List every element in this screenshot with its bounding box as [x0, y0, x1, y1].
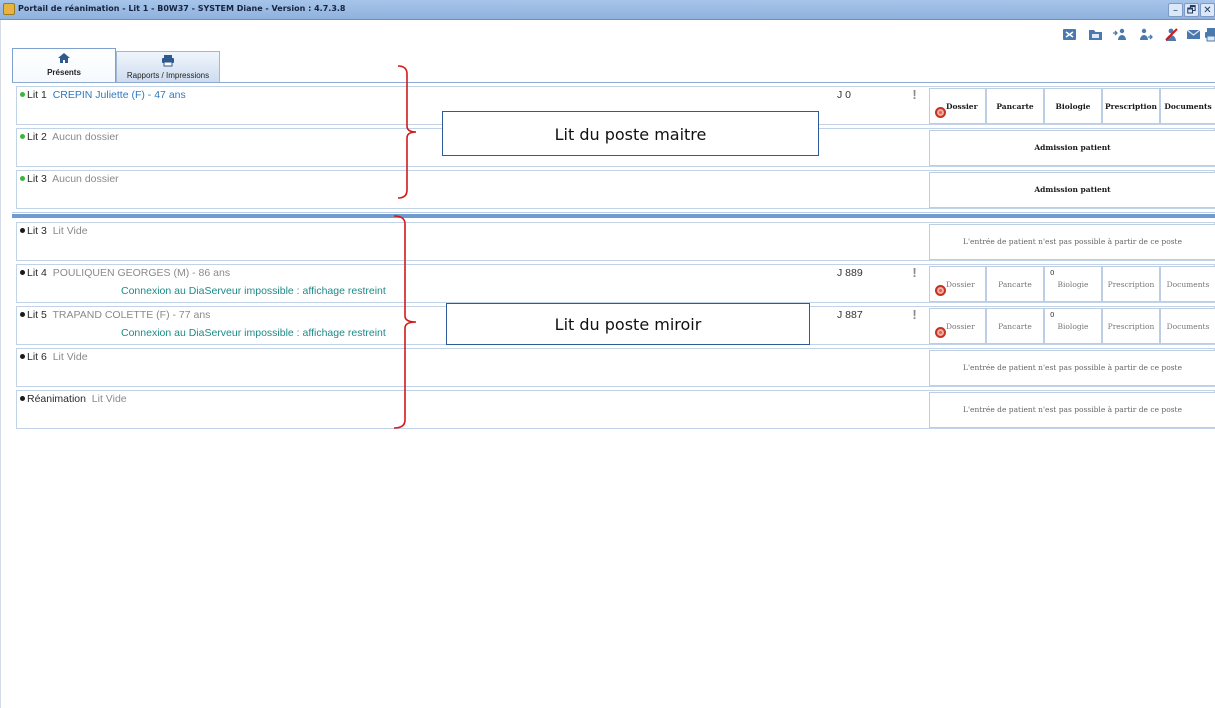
prescription-button[interactable]: Prescription	[1102, 308, 1160, 344]
tab-rapports-label: Rapports / Impressions	[126, 71, 210, 80]
close-button[interactable]: ✕	[1200, 3, 1215, 17]
patient-name[interactable]: CREPIN Juliette (F) - 47 ans	[53, 89, 186, 101]
maximize-button[interactable]: 🗗	[1184, 3, 1199, 17]
pancarte-button[interactable]: Pancarte	[986, 266, 1044, 302]
bed-label: Lit 1	[27, 89, 47, 101]
patient-name: Lit Vide	[52, 225, 88, 237]
stay-day: J 887	[837, 309, 863, 321]
target-icon	[935, 107, 946, 118]
home-icon	[13, 49, 115, 65]
documents-button[interactable]: Documents	[1160, 308, 1215, 344]
tab-presents[interactable]: Présents	[12, 48, 116, 83]
dossier-button[interactable]: Dossier	[929, 266, 986, 302]
pancarte-button[interactable]: Pancarte	[986, 308, 1044, 344]
bed-label: Lit 2	[27, 131, 47, 143]
transfer-in-icon[interactable]	[1112, 27, 1127, 42]
prescription-button[interactable]: Prescription	[1102, 266, 1160, 302]
bed-row[interactable]: Lit 3 Aucun dossier Admission patient	[16, 170, 1215, 209]
status-dot	[20, 269, 25, 275]
status-dot	[20, 227, 25, 233]
admission-patient-button[interactable]: Admission patient	[929, 172, 1215, 208]
target-icon	[935, 327, 946, 338]
biologie-button[interactable]: 0 Biologie	[1044, 308, 1102, 344]
mail-icon[interactable]	[1186, 27, 1201, 42]
status-dot	[20, 133, 25, 139]
tab-content-border	[12, 82, 1215, 83]
bed-row[interactable]: Lit 6 Lit Vide L'entrée de patient n'est…	[16, 348, 1215, 387]
bed-label: Lit 3	[27, 173, 47, 185]
biology-count: 0	[1050, 269, 1055, 277]
status-dot	[20, 353, 25, 359]
documents-button[interactable]: Documents	[1160, 266, 1215, 302]
bed-row[interactable]: Lit 3 Lit Vide L'entrée de patient n'est…	[16, 222, 1215, 261]
biology-count: 0	[1050, 311, 1055, 319]
admission-patient-button[interactable]: Admission patient	[929, 130, 1215, 166]
patient-name: Lit Vide	[52, 351, 88, 363]
bed-label: Lit 3	[27, 225, 47, 237]
print-icon[interactable]	[1204, 27, 1215, 42]
biologie-button[interactable]: Biologie	[1044, 88, 1102, 124]
printer-icon	[117, 52, 219, 68]
section-divider	[12, 212, 1215, 213]
patient-name[interactable]: POULIQUEN GEORGES (M) - 86 ans	[53, 267, 230, 279]
biologie-button[interactable]: 0 Biologie	[1044, 266, 1102, 302]
no-entry-message: L'entrée de patient n'est pas possible à…	[929, 350, 1215, 386]
target-icon	[935, 285, 946, 296]
patient-name[interactable]: TRAPAND COLETTE (F) - 77 ans	[53, 309, 211, 321]
tab-bar: Présents Rapports / Impressions	[12, 48, 224, 83]
bed-label: Lit 5	[27, 309, 47, 321]
title-bar[interactable]: Portail de réanimation - Lit 1 - B0W37 -…	[0, 0, 1215, 20]
prescription-button[interactable]: Prescription	[1102, 88, 1160, 124]
master-bed-callout: Lit du poste maitre	[442, 111, 819, 156]
bed-label: Réanimation	[27, 393, 86, 405]
patient-name: Lit Vide	[91, 393, 127, 405]
status-dot	[20, 311, 25, 317]
excel-export-icon[interactable]	[1062, 27, 1077, 42]
connection-warning: Connexion au DiaServeur impossible : aff…	[121, 285, 386, 297]
bed-label: Lit 4	[27, 267, 47, 279]
mirror-bed-brace	[393, 215, 417, 429]
documents-button[interactable]: Documents	[1160, 88, 1215, 124]
reanimation-portal-window: Portail de réanimation - Lit 1 - B0W37 -…	[0, 0, 1215, 708]
status-dot	[20, 91, 25, 97]
status-dot	[20, 175, 25, 181]
bed-row[interactable]: Lit 4 POULIQUEN GEORGES (M) - 86 ans Con…	[16, 264, 1215, 303]
alert-icon: !	[912, 307, 917, 322]
no-entry-message: L'entrée de patient n'est pas possible à…	[929, 224, 1215, 260]
stay-day: J 889	[837, 267, 863, 279]
patient-name: Aucun dossier	[52, 173, 119, 185]
connection-warning: Connexion au DiaServeur impossible : aff…	[121, 327, 386, 339]
transfer-out-icon[interactable]	[1138, 27, 1153, 42]
section-separator	[12, 214, 1215, 218]
stay-day: J 0	[837, 89, 852, 101]
folder-icon[interactable]	[1088, 27, 1103, 42]
alert-icon: !	[912, 265, 917, 280]
alert-icon: !	[912, 87, 917, 102]
no-entry-message: L'entrée de patient n'est pas possible à…	[929, 392, 1215, 428]
master-bed-brace	[397, 65, 417, 199]
tab-rapports-impressions[interactable]: Rapports / Impressions	[116, 51, 220, 82]
pancarte-button[interactable]: Pancarte	[986, 88, 1044, 124]
bed-row[interactable]: Réanimation Lit Vide L'entrée de patient…	[16, 390, 1215, 429]
bed-label: Lit 6	[27, 351, 47, 363]
tab-presents-label: Présents	[47, 68, 81, 77]
minimize-button[interactable]: –	[1168, 3, 1183, 17]
window-title: Portail de réanimation - Lit 1 - B0W37 -…	[18, 4, 346, 13]
dossier-button[interactable]: Dossier	[929, 88, 986, 124]
user-cancel-icon[interactable]	[1164, 27, 1179, 42]
dossier-button[interactable]: Dossier	[929, 308, 986, 344]
mirror-bed-callout: Lit du poste miroir	[446, 303, 810, 345]
app-icon	[3, 3, 15, 15]
patient-name: Aucun dossier	[52, 131, 119, 143]
status-dot	[20, 395, 25, 401]
